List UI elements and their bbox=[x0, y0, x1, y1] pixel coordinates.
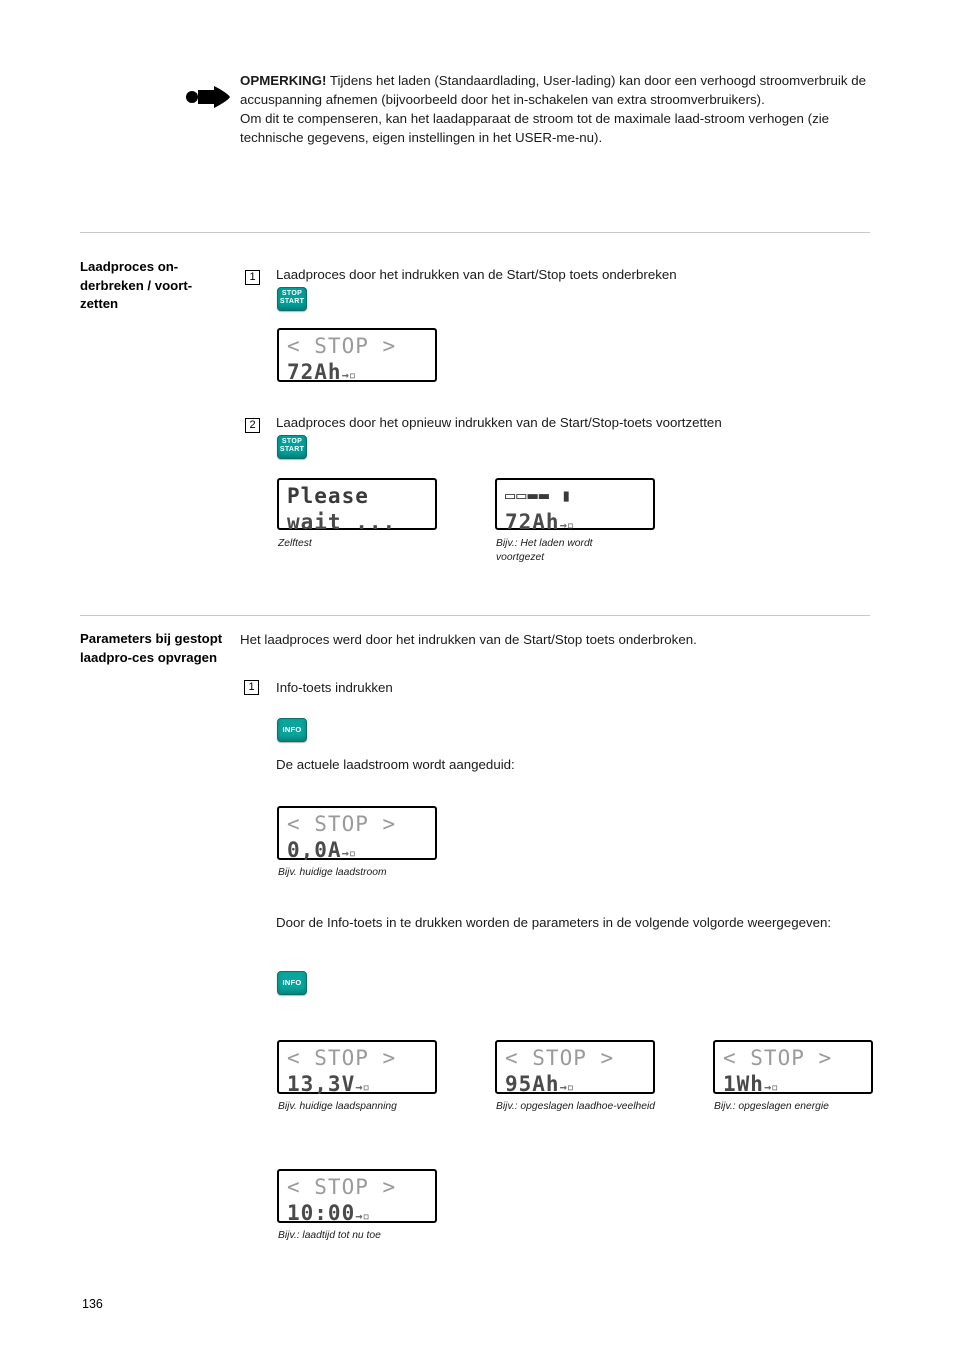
section-label-interrupt-resume: Laadproces on-derbreken / voort-zetten bbox=[80, 259, 193, 312]
section-label-parameters: Parameters bij gestopt laadpro-ces opvra… bbox=[80, 631, 223, 665]
lcd-display-voltage: < STOP > 13,3V→▫ bbox=[277, 1040, 437, 1096]
document-page: OPMERKING! Tijdens het laden (Standaardl… bbox=[0, 0, 954, 1350]
lcd-row2: 72Ah→▫ bbox=[287, 360, 429, 384]
step-number-info: 1 bbox=[244, 680, 259, 695]
lcd-row1: < STOP > bbox=[287, 1175, 397, 1199]
key-label-start-2: START bbox=[279, 446, 305, 453]
caption-voltage: Bijv. huidige laadspanning bbox=[278, 1101, 397, 1112]
page-number: 136 bbox=[82, 1297, 103, 1311]
divider-2 bbox=[80, 615, 870, 616]
lcd-value: 95Ah bbox=[505, 1072, 560, 1096]
info-key-1[interactable]: INFO bbox=[277, 718, 307, 742]
key-label-info-1: INFO bbox=[282, 725, 302, 734]
battery-arrow-icon: →▫ bbox=[559, 518, 575, 532]
key-label-start-1: START bbox=[279, 298, 305, 305]
lcd-value: 13,3V bbox=[287, 1072, 356, 1096]
lcd-value: 0,0A bbox=[287, 838, 342, 862]
lcd-display-current: < STOP > 0,0A→▫ bbox=[277, 806, 437, 862]
battery-arrow-icon: →▫ bbox=[763, 1080, 779, 1094]
lcd-row1: < STOP > bbox=[723, 1046, 833, 1070]
battery-arrow-icon: →▫ bbox=[355, 1209, 370, 1223]
key-label-stop-2: STOP bbox=[281, 438, 303, 445]
lcd-value: 10:00 bbox=[287, 1201, 356, 1225]
step-info-text: Info-toets indrukken bbox=[276, 680, 393, 695]
lcd-row2: 0,0A→▫ bbox=[287, 838, 429, 862]
caption-selftest: Zelftest bbox=[278, 538, 312, 549]
step-number-2: 2 bbox=[245, 418, 260, 433]
caption-energy: Bijv.: opgeslagen energie bbox=[714, 1101, 829, 1112]
battery-arrow-icon: →▫ bbox=[341, 846, 357, 860]
note-block: OPMERKING! Tijdens het laden (Standaardl… bbox=[186, 72, 870, 148]
lcd-value: 72Ah bbox=[505, 510, 560, 534]
lcd-row1: < STOP > bbox=[287, 334, 397, 358]
lcd-display-stop-72ah: < STOP > 72Ah→▫ bbox=[277, 328, 437, 384]
lcd-row1: < STOP > bbox=[505, 1046, 615, 1070]
start-stop-key-2[interactable]: STOP START bbox=[277, 435, 307, 459]
lcd-row1: < STOP > bbox=[287, 1046, 397, 1070]
note-paragraph-1: OPMERKING! Tijdens het laden (Standaardl… bbox=[240, 72, 870, 110]
battery-arrow-icon: →▫ bbox=[355, 1080, 370, 1094]
caption-time: Bijv.: laadtijd tot nu toe bbox=[278, 1230, 381, 1241]
caption-current: Bijv. huidige laadstroom bbox=[278, 867, 387, 878]
battery-arrow-icon: →▫ bbox=[341, 368, 357, 382]
lcd-row1: < STOP > bbox=[287, 812, 397, 836]
lcd-display-please-wait: Please wait ... bbox=[277, 478, 437, 534]
note-text-1: Tijdens het laden (Standaardlading, User… bbox=[240, 73, 867, 107]
lcd-display-charging-resumed: ▭▭▬▬ ▮ 72Ah→▫ bbox=[495, 478, 655, 534]
lcd-display-energy: < STOP > 1Wh→▫ bbox=[713, 1040, 873, 1096]
section2-intro: Het laadproces werd door het indrukken v… bbox=[240, 632, 697, 647]
step-1-text: Laadproces door het indrukken van de Sta… bbox=[276, 267, 677, 282]
caption-capacity: Bijv.: opgeslagen laadhoe-veelheid bbox=[496, 1101, 655, 1112]
step-2-text: Laadproces door het opnieuw indrukken va… bbox=[276, 415, 722, 430]
lcd-value: 72Ah bbox=[287, 360, 342, 384]
battery-level-icon: ▭▭▬▬ ▮ bbox=[505, 486, 573, 506]
lcd-display-time: < STOP > 10:00→▫ bbox=[277, 1169, 437, 1225]
lcd-row2: wait ... bbox=[287, 510, 397, 534]
info-key-2[interactable]: INFO bbox=[277, 971, 307, 995]
lcd-row2: 95Ah→▫ bbox=[505, 1072, 647, 1096]
lcd-row2: 1Wh→▫ bbox=[723, 1072, 865, 1096]
note-paragraph-2: Om dit te compenseren, kan het laadappar… bbox=[240, 110, 830, 145]
pointing-hand-icon bbox=[186, 86, 230, 108]
divider-1 bbox=[80, 232, 870, 233]
text-actual-current: De actuele laadstroom wordt aangeduid: bbox=[276, 757, 515, 772]
lcd-row2: 13,3V→▫ bbox=[287, 1072, 429, 1096]
key-label-info-2: INFO bbox=[282, 978, 302, 987]
lcd-value: 1Wh bbox=[723, 1072, 764, 1096]
start-stop-key-1[interactable]: STOP START bbox=[277, 287, 307, 311]
lcd-row2: 72Ah→▫ bbox=[505, 510, 647, 534]
battery-arrow-icon: →▫ bbox=[559, 1080, 575, 1094]
key-label-stop-1: STOP bbox=[281, 290, 303, 297]
text-parameter-order: Door de Info-toets in te drukken worden … bbox=[276, 915, 832, 930]
note-bold-lead: OPMERKING! bbox=[240, 73, 327, 88]
lcd-row2: 10:00→▫ bbox=[287, 1201, 429, 1225]
lcd-display-capacity: < STOP > 95Ah→▫ bbox=[495, 1040, 655, 1096]
caption-charging-resumed: Bijv.: Het laden wordt voortgezet bbox=[496, 538, 593, 563]
lcd-row1: Please bbox=[287, 484, 369, 508]
step-number-1: 1 bbox=[245, 270, 260, 285]
